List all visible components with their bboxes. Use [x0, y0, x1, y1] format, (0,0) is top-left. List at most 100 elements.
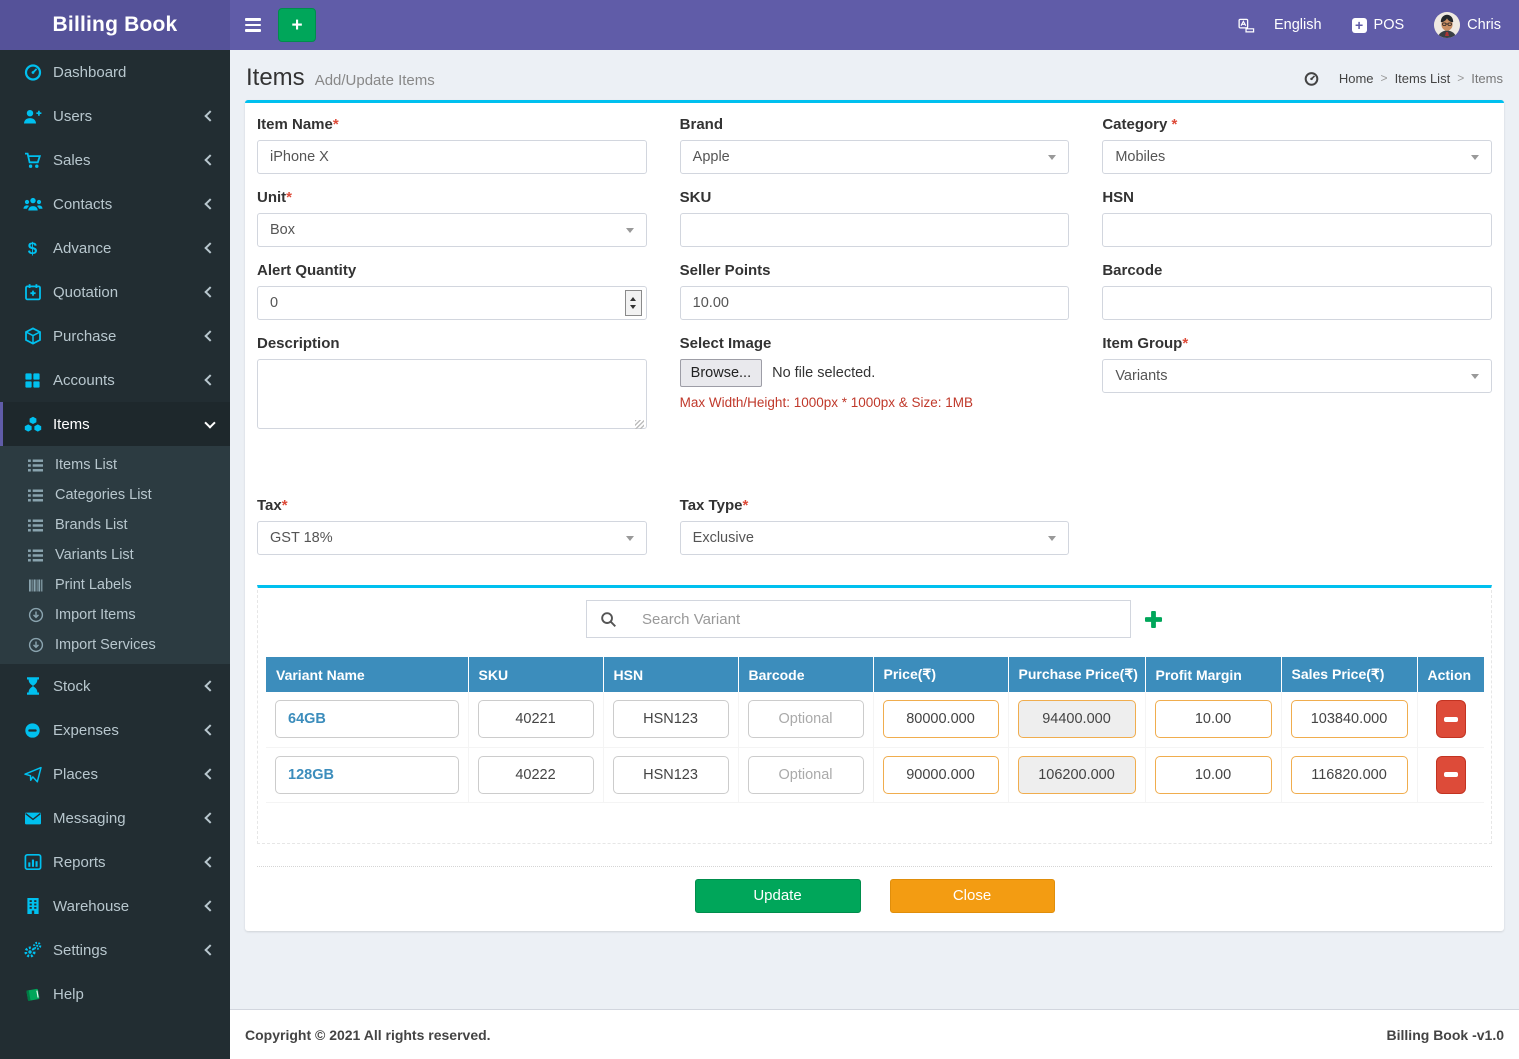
breadcrumb-items-list[interactable]: Items List: [1395, 71, 1451, 86]
variant-sku-input[interactable]: [477, 755, 594, 794]
remove-variant-button[interactable]: [1435, 755, 1466, 794]
field-category: Category * Mobiles: [1102, 116, 1492, 174]
submenu-item-print-labels[interactable]: Print Labels: [0, 570, 230, 600]
table-row: [266, 692, 1484, 748]
minus-circle-icon: [22, 722, 43, 739]
variant-sales-price-input[interactable]: [1290, 755, 1408, 794]
import-arrow-circle-icon: [25, 607, 46, 623]
seller-points-label: Seller Points: [679, 262, 771, 279]
submenu-item-items-list[interactable]: Items List: [0, 450, 230, 480]
item-group-select[interactable]: Variants: [1102, 359, 1492, 393]
remove-variant-button[interactable]: [1435, 700, 1466, 739]
submenu-item-brands-list[interactable]: Brands List: [0, 510, 230, 540]
brand-select[interactable]: Apple: [679, 140, 1070, 174]
breadcrumb-separator: >: [1457, 71, 1465, 85]
variant-purchase-price-input: [1017, 755, 1136, 794]
language-menu[interactable]: English: [1236, 17, 1322, 34]
variant-profit-margin-input[interactable]: [1154, 755, 1272, 794]
sidebar-item-quotation[interactable]: Quotation: [0, 270, 230, 314]
sidebar-item-advance[interactable]: $ Advance: [0, 226, 230, 270]
chevron-left-icon: [204, 110, 216, 122]
sku-input[interactable]: [679, 213, 1070, 247]
paper-plane-icon: [22, 766, 43, 783]
breadcrumb-home[interactable]: Home: [1339, 71, 1374, 86]
field-description: Description: [257, 335, 647, 434]
col-price: Price(₹): [873, 657, 1009, 692]
variant-price-input[interactable]: [882, 755, 999, 794]
sidebar-item-items[interactable]: Items: [0, 402, 230, 446]
variant-name-input[interactable]: [275, 700, 459, 739]
pos-menu[interactable]: + POS: [1351, 17, 1404, 33]
variant-name-input[interactable]: [275, 755, 459, 794]
submenu-item-label: Variants List: [55, 547, 134, 563]
variant-hsn-input[interactable]: [612, 700, 729, 739]
sidebar-item-accounts[interactable]: Accounts: [0, 358, 230, 402]
update-button[interactable]: Update: [694, 878, 861, 913]
seller-points-input[interactable]: [679, 286, 1070, 320]
barcode-icon: [25, 578, 46, 593]
close-button[interactable]: Close: [889, 878, 1055, 913]
number-spinner[interactable]: [624, 290, 642, 316]
sidebar-item-stock[interactable]: Stock: [0, 664, 230, 708]
variant-hsn-input[interactable]: [612, 755, 729, 794]
submenu-item-variants-list[interactable]: Variants List: [0, 540, 230, 570]
submenu-item-import-items[interactable]: Import Items: [0, 600, 230, 630]
sidebar-item-users[interactable]: Users: [0, 94, 230, 138]
language-label: English: [1273, 17, 1322, 33]
unit-select[interactable]: Box: [257, 213, 647, 247]
home-gauge-icon: [1301, 71, 1322, 86]
user-name: Chris: [1467, 17, 1501, 33]
variant-sales-price-input[interactable]: [1290, 700, 1408, 739]
spinner-down-icon[interactable]: [630, 305, 637, 309]
version-text: Billing Book -v1.0: [1386, 1026, 1504, 1043]
sidebar-item-reports[interactable]: Reports: [0, 840, 230, 884]
sidebar-item-purchase[interactable]: Purchase: [0, 314, 230, 358]
spinner-up-icon[interactable]: [630, 297, 637, 301]
hsn-input[interactable]: [1102, 213, 1492, 247]
sidebar-item-expenses[interactable]: Expenses: [0, 708, 230, 752]
sidebar-item-messaging[interactable]: Messaging: [0, 796, 230, 840]
category-select[interactable]: Mobiles: [1102, 140, 1492, 174]
sidebar-item-settings[interactable]: Settings: [0, 928, 230, 972]
sidebar-item-sales[interactable]: Sales: [0, 138, 230, 182]
sidebar-item-contacts[interactable]: Contacts: [0, 182, 230, 226]
alert-quantity-input[interactable]: [257, 286, 647, 320]
item-group-label: Item Group: [1102, 335, 1183, 352]
grid-icon: [22, 372, 43, 389]
tax-type-select[interactable]: Exclusive: [679, 521, 1070, 555]
variant-search-input[interactable]: [640, 609, 1119, 629]
add-variant-plus-icon[interactable]: [1144, 610, 1163, 629]
resize-grip-icon[interactable]: [634, 420, 644, 429]
plus-square-icon: +: [1351, 17, 1367, 33]
sidebar-item-warehouse[interactable]: Warehouse: [0, 884, 230, 928]
barcode-input[interactable]: [1102, 286, 1492, 320]
col-barcode: Barcode: [738, 657, 874, 692]
category-selected-value: Mobiles: [1115, 149, 1166, 165]
tax-select[interactable]: GST 18%: [257, 521, 647, 555]
variant-profit-margin-input[interactable]: [1154, 700, 1272, 739]
sidebar-item-dashboard[interactable]: Dashboard: [0, 50, 230, 94]
quick-add-button[interactable]: +: [278, 8, 316, 42]
tax-selected-value: GST 18%: [270, 530, 333, 546]
submenu-item-label: Categories List: [55, 487, 152, 503]
submenu-item-label: Brands List: [55, 517, 128, 533]
variant-barcode-input[interactable]: [747, 700, 864, 739]
description-textarea[interactable]: [257, 359, 647, 429]
sidebar-item-places[interactable]: Places: [0, 752, 230, 796]
list-icon: [25, 458, 46, 473]
sidebar-item-label: Contacts: [53, 195, 113, 213]
sidebar-item-label: Advance: [53, 239, 112, 257]
user-menu[interactable]: Chris: [1434, 12, 1501, 38]
variant-sku-input[interactable]: [477, 700, 594, 739]
sidebar-toggle-icon[interactable]: [230, 0, 276, 50]
variant-barcode-input[interactable]: [747, 755, 864, 794]
item-name-input[interactable]: [257, 140, 647, 174]
sidebar-item-label: Reports: [53, 853, 106, 871]
submenu-item-import-services[interactable]: Import Services: [0, 630, 230, 660]
sidebar-item-help[interactable]: Help: [0, 972, 230, 1016]
browse-button[interactable]: Browse...: [679, 359, 763, 387]
submenu-item-categories-list[interactable]: Categories List: [0, 480, 230, 510]
variant-price-input[interactable]: [882, 700, 999, 739]
minus-icon: [1443, 717, 1458, 722]
brand-logo[interactable]: Billing Book: [0, 0, 230, 50]
